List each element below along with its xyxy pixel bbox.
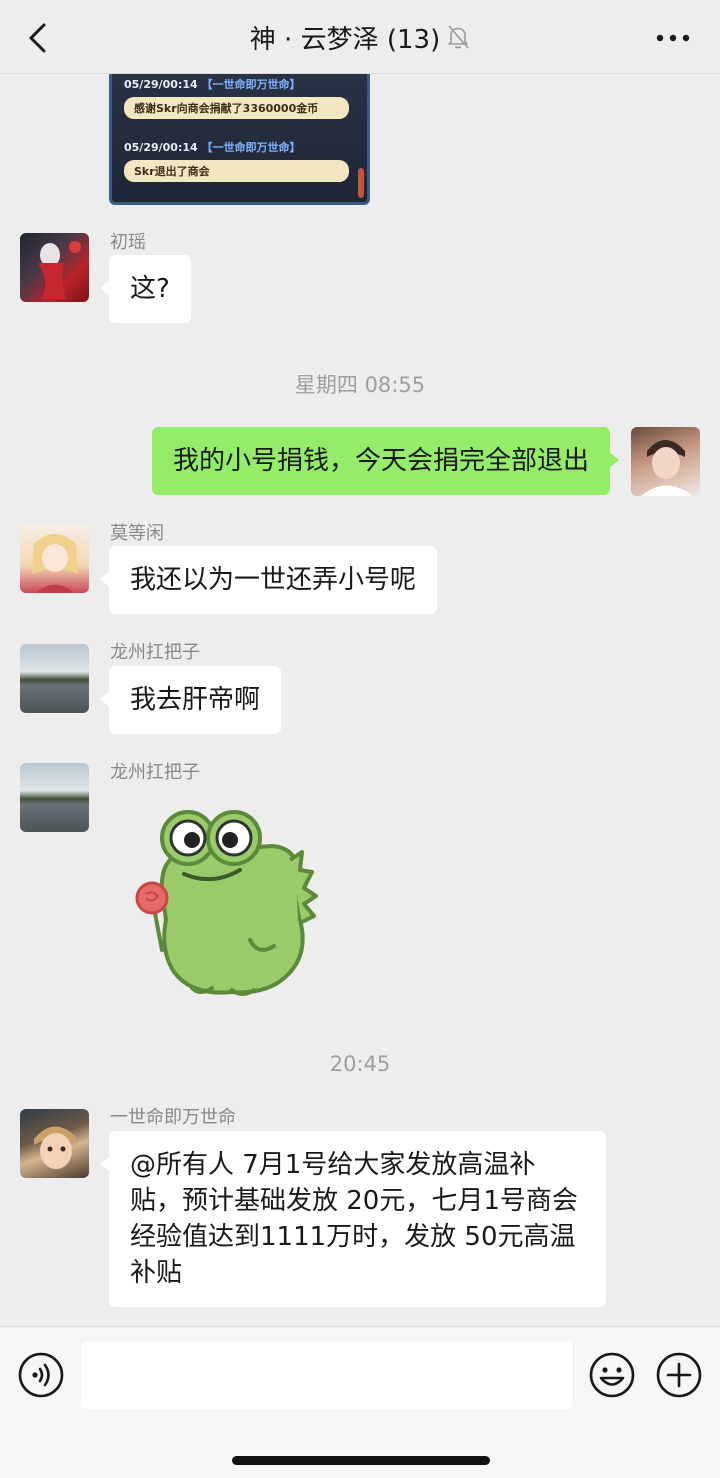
sender-name: 初瑶 [110,232,146,253]
game-scrollbar [358,168,364,198]
more-functions-button[interactable] [655,1351,703,1399]
chat-timestamp: 星期四 08:55 [294,373,426,397]
sender-name: 一世命即万世命 [110,1107,236,1128]
sender-name: 莫等闲 [110,523,164,544]
bell-off-icon [448,25,469,49]
frog-lollipop-sticker[interactable] [122,800,322,1000]
game-log-tag: 【一世命即万世命】 [201,78,301,91]
home-indicator [232,1456,490,1465]
voice-button[interactable] [17,1351,65,1399]
game-log-tag: 【一世命即万世命】 [201,141,301,154]
chevron-left-icon [29,23,46,53]
emoji-button[interactable] [588,1351,636,1399]
game-log-time: 05/29/00:14 [124,141,198,154]
chat-timestamp: 20:45 [329,1052,391,1076]
chat-header: 神 · 云梦泽 (13) [0,0,720,74]
message-input[interactable] [81,1341,572,1409]
chat-title: 神 · 云梦泽 (13) [249,24,441,55]
game-log-text: 感谢Skr向商会捐献了3360000金币 [124,97,349,119]
avatar-image [38,241,81,299]
message-bubble[interactable]: 这? [100,255,191,323]
message-bubble[interactable]: 我去肝帝啊 [99,666,282,734]
frog-sticker-image [135,810,318,996]
game-log-time: 05/29/00:14 [124,78,198,91]
avatar-image [641,440,693,496]
sender-name: 龙州扛把子 [110,762,200,783]
avatar[interactable] [20,233,89,302]
avatar-image [34,1126,76,1169]
sender-name: 龙州扛把子 [110,642,200,663]
more-button[interactable] [648,18,698,58]
back-button[interactable] [18,18,58,58]
chat-title-area[interactable]: 神 · 云梦泽 (13) [140,0,580,74]
plus-icon [656,1352,702,1398]
game-log-entry: 05/29/00:14 【一世命即万世命】 Skr退出了商会 [124,139,349,182]
my-avatar[interactable] [631,427,700,496]
avatar[interactable] [20,763,89,832]
emoji-icon [589,1352,635,1398]
voice-icon [18,1352,64,1398]
avatar[interactable] [20,644,89,713]
ellipsis-icon [656,34,690,42]
game-log-entry: 05/29/00:14 【一世命即万世命】 感谢Skr向商会捐献了3360000… [124,76,349,119]
message-bubble[interactable]: @所有人 7月1号给大家发放高温补贴，预计基础发放 20元，七月1号商会经验值达… [100,1131,606,1307]
avatar-image [32,534,78,593]
outgoing-message-bubble[interactable]: 我的小号捐钱，今天会捐完全部退出 [151,427,620,495]
avatar[interactable] [20,524,89,593]
avatar[interactable] [20,1109,89,1178]
game-log-text: Skr退出了商会 [124,160,349,182]
game-screenshot-message[interactable]: 05/29/00:14 【一世命即万世命】 感谢Skr向商会捐献了3360000… [109,60,370,205]
message-bubble[interactable]: 我还以为一世还弄小号呢 [99,546,438,614]
